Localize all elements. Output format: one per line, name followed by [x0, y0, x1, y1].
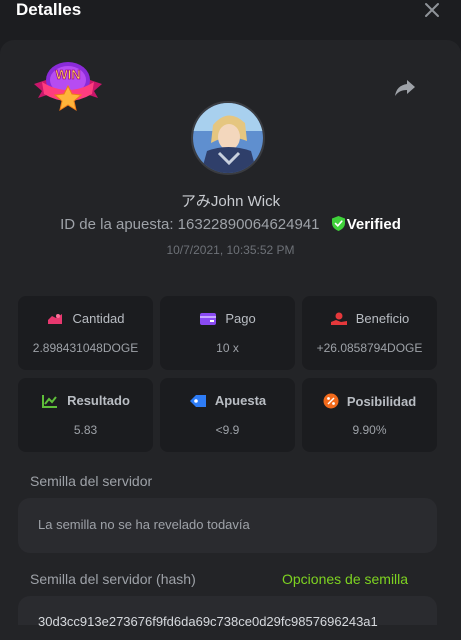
share-icon[interactable]: [393, 78, 417, 98]
stat-value: 5.83: [73, 423, 98, 437]
avatar: [191, 101, 265, 175]
server-seed-field[interactable]: La semilla no se ha revelado todavía: [18, 498, 437, 553]
stat-value: <9.9: [215, 423, 240, 437]
win-badge-icon: WIN: [32, 58, 104, 116]
stat-value: 10 x: [216, 341, 239, 355]
verified-label: Verified: [346, 216, 401, 233]
stat-card-cantidad: Cantidad 2.898431048DOGE: [18, 296, 153, 370]
stat-card-resultado: Resultado 5.83: [18, 378, 153, 452]
tag-icon: [189, 395, 206, 407]
logo-text: WIN: [55, 67, 80, 82]
seed-options-link[interactable]: Opciones de semilla: [282, 571, 408, 587]
stat-card-posibilidad: Posibilidad 9.90%: [302, 378, 437, 452]
stat-label: Cantidad: [72, 311, 125, 326]
stat-value: 2.898431048DOGE: [32, 341, 139, 355]
server-seed-value: La semilla no se ha revelado todavía: [38, 517, 250, 532]
cantidad-icon: [48, 314, 63, 324]
dialog-title: Detalles: [16, 0, 82, 19]
stat-value: 9.90%: [352, 423, 387, 437]
bet-id-row: ID de la apuesta: 1632289006462494​1 Ver…: [0, 216, 461, 233]
username: アみJohn Wick: [180, 193, 281, 210]
dialog-header: Detalles: [0, 0, 461, 40]
server-seed-hash-value: 30d3cc913e273676f9fd6da69c738ce0d29fc985…: [38, 614, 378, 629]
verified-shield-icon: [331, 216, 345, 231]
stat-label: Pago: [225, 311, 256, 326]
server-seed-hash-field[interactable]: 30d3cc913e273676f9fd6da69c738ce0d29fc985…: [18, 596, 437, 629]
stat-label: Beneficio: [355, 311, 410, 326]
beneficio-icon: [330, 312, 347, 325]
stat-card-pago: Pago 10 x: [160, 296, 295, 370]
percent-icon: [323, 393, 339, 409]
stat-label: Posibilidad: [346, 394, 417, 409]
close-icon[interactable]: [421, 0, 443, 22]
stat-label: Resultado: [67, 393, 130, 408]
stat-label: Apuesta: [214, 393, 267, 408]
bet-timestamp: 10/7/2021, 10:35:52 PM: [166, 243, 295, 257]
stat-card-apuesta: Apuesta <9.9: [160, 378, 295, 452]
stat-card-beneficio: Beneficio +26.0858794DOGE: [302, 296, 437, 370]
wallet-icon: [200, 313, 217, 325]
server-seed-label: Semilla del servidor: [30, 473, 153, 489]
bet-id: ID de la apuesta: 1632289006462494​1: [60, 216, 320, 233]
server-seed-hash-label: Semilla del servidor (hash): [30, 571, 196, 587]
resultado-icon: [42, 395, 58, 408]
stat-value: +26.0858794DOGE: [316, 341, 423, 355]
